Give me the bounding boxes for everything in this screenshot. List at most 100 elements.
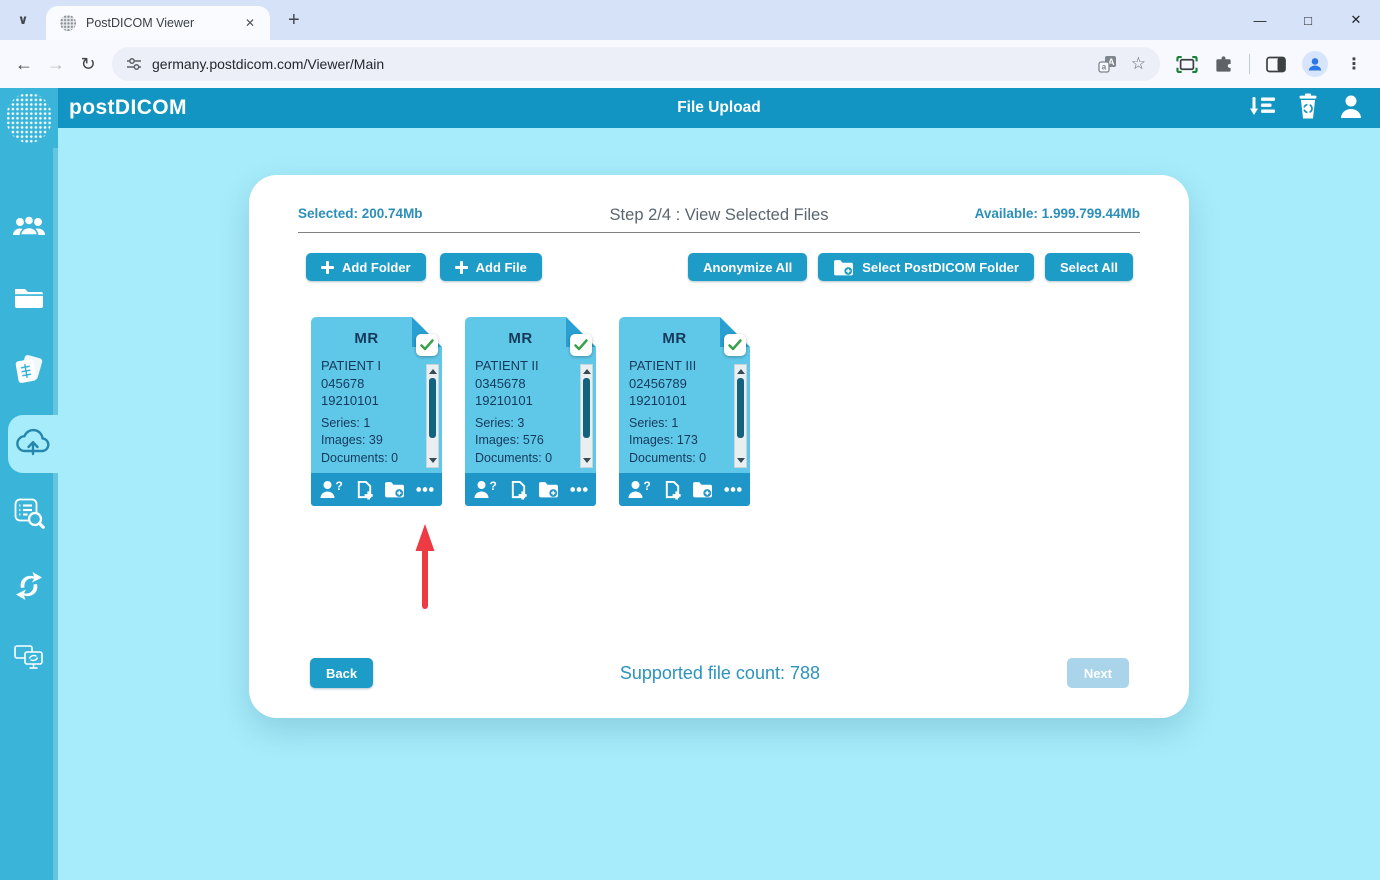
plus-icon [321, 261, 334, 274]
more-options-icon[interactable] [724, 486, 742, 493]
study-date: 19210101 [475, 392, 574, 410]
add-file-to-study-icon[interactable] [509, 480, 528, 500]
dicom-file-card[interactable]: MR PATIENT I 045678 19210101 Series: 1 I… [311, 317, 442, 506]
window-maximize-button[interactable]: □ [1284, 13, 1332, 28]
series-count: Series: 1 [629, 415, 728, 433]
site-settings-icon[interactable] [126, 56, 142, 72]
documents-count: Documents: 0 [321, 450, 420, 468]
sidebar-item-patients[interactable] [0, 204, 58, 252]
back-button[interactable]: ← [8, 54, 40, 75]
profile-avatar[interactable] [1302, 51, 1328, 77]
selected-checkbox[interactable] [416, 334, 438, 356]
side-panel-icon[interactable] [1266, 56, 1286, 73]
patient-name: PATIENT I [321, 357, 420, 375]
screenshot-extension-icon[interactable] [1176, 56, 1198, 73]
supported-file-count: Supported file count: 788 [373, 663, 1067, 684]
card-scrollbar[interactable] [580, 364, 593, 468]
content-area: Selected: 200.74Mb Step 2/4 : View Selec… [58, 128, 1380, 880]
add-file-button[interactable]: Add File [440, 253, 542, 281]
back-button[interactable]: Back [310, 658, 373, 688]
patient-name: PATIENT II [475, 357, 574, 375]
document-stack-icon [12, 354, 46, 391]
tab-close-button[interactable]: ✕ [240, 14, 260, 32]
study-date: 19210101 [629, 392, 728, 410]
brand-logo-text[interactable]: postDICOM [69, 96, 187, 120]
translate-icon[interactable]: Aa [1098, 55, 1117, 74]
browser-window: ∨ PostDICOM Viewer ✕ + — □ ✕ ← → ↻ germa… [0, 0, 1380, 88]
window-minimize-button[interactable]: — [1236, 13, 1284, 28]
select-all-button[interactable]: Select All [1045, 253, 1133, 281]
check-icon [420, 339, 434, 351]
add-file-to-study-icon[interactable] [355, 480, 374, 500]
tab-strip: ∨ PostDICOM Viewer ✕ + — □ ✕ [0, 0, 1380, 40]
sidebar-item-worklist-search[interactable] [0, 492, 58, 540]
cloud-upload-icon [14, 427, 52, 462]
move-to-folder-icon[interactable] [538, 481, 559, 498]
url-text[interactable]: germany.postdicom.com/Viewer/Main [152, 56, 1084, 72]
red-annotation-arrow-icon [415, 524, 435, 615]
scroll-up-icon[interactable] [429, 369, 437, 374]
sidebar [0, 88, 58, 880]
scrollbar-thumb[interactable] [429, 378, 436, 438]
move-to-folder-icon[interactable] [692, 481, 713, 498]
scroll-down-icon[interactable] [737, 458, 745, 463]
sidebar-item-remote-screens[interactable] [0, 636, 58, 684]
add-file-to-study-icon[interactable] [663, 480, 682, 500]
forward-button[interactable]: → [40, 54, 72, 75]
scrollbar-thumb[interactable] [737, 378, 744, 438]
add-folder-label: Add Folder [342, 260, 411, 275]
svg-text:?: ? [644, 480, 651, 493]
selected-files-list: MR PATIENT I 045678 19210101 Series: 1 I… [311, 317, 1189, 506]
upload-queue-icon[interactable] [1250, 96, 1276, 121]
sidebar-item-studies[interactable] [0, 348, 58, 396]
anonymize-all-label: Anonymize All [703, 260, 792, 275]
anonymize-all-button[interactable]: Anonymize All [688, 253, 807, 281]
next-label: Next [1084, 666, 1112, 681]
trash-recycle-icon[interactable] [1297, 93, 1319, 124]
sidebar-item-upload-active[interactable] [8, 415, 58, 473]
window-close-button[interactable]: ✕ [1332, 12, 1380, 28]
selected-checkbox[interactable] [570, 334, 592, 356]
add-folder-button[interactable]: Add Folder [306, 253, 426, 281]
tab-title: PostDICOM Viewer [86, 16, 240, 30]
address-bar[interactable]: germany.postdicom.com/Viewer/Main Aa ☆ [112, 47, 1160, 81]
reload-button[interactable]: ↻ [72, 54, 104, 75]
next-button-disabled[interactable]: Next [1067, 658, 1129, 688]
card-scrollbar[interactable] [734, 364, 747, 468]
scroll-down-icon[interactable] [583, 458, 591, 463]
scroll-up-icon[interactable] [583, 369, 591, 374]
move-to-folder-icon[interactable] [384, 481, 405, 498]
upload-wizard-panel: Selected: 200.74Mb Step 2/4 : View Selec… [249, 175, 1189, 718]
new-tab-button[interactable]: + [282, 9, 306, 32]
tab-search-button[interactable]: ∨ [10, 7, 36, 33]
selected-checkbox[interactable] [724, 334, 746, 356]
user-profile-icon[interactable] [1340, 94, 1362, 123]
extensions-puzzle-icon[interactable] [1214, 55, 1233, 74]
browser-menu-icon[interactable]: ⋮ [1346, 54, 1362, 74]
anonymize-patient-icon[interactable]: ? [627, 480, 652, 499]
card-scrollbar[interactable] [426, 364, 439, 468]
anonymize-patient-icon[interactable]: ? [319, 480, 344, 499]
browser-tab-active[interactable]: PostDICOM Viewer ✕ [46, 6, 270, 40]
anonymize-patient-icon[interactable]: ? [473, 480, 498, 499]
more-options-icon[interactable] [570, 486, 588, 493]
select-postdicom-folder-label: Select PostDICOM Folder [862, 260, 1019, 275]
dicom-file-card[interactable]: MR PATIENT III 02456789 19210101 Series:… [619, 317, 750, 506]
more-options-icon[interactable] [416, 486, 434, 493]
postdicom-logo[interactable] [0, 88, 58, 148]
plus-icon [455, 261, 468, 274]
bookmark-star-icon[interactable]: ☆ [1131, 54, 1146, 74]
dicom-file-card[interactable]: MR PATIENT II 0345678 19210101 Series: 3… [465, 317, 596, 506]
patient-name: PATIENT III [629, 357, 728, 375]
browser-toolbar: ← → ↻ germany.postdicom.com/Viewer/Main … [0, 40, 1380, 88]
select-all-label: Select All [1060, 260, 1118, 275]
scroll-up-icon[interactable] [737, 369, 745, 374]
scrollbar-thumb[interactable] [583, 378, 590, 438]
scroll-down-icon[interactable] [429, 458, 437, 463]
patient-id: 02456789 [629, 375, 728, 393]
patient-id: 0345678 [475, 375, 574, 393]
selected-size-label: Selected: 200.74Mb [298, 206, 423, 221]
select-postdicom-folder-button[interactable]: Select PostDICOM Folder [818, 253, 1034, 281]
sidebar-item-sync[interactable] [0, 564, 58, 612]
sidebar-item-folders[interactable] [0, 276, 58, 324]
